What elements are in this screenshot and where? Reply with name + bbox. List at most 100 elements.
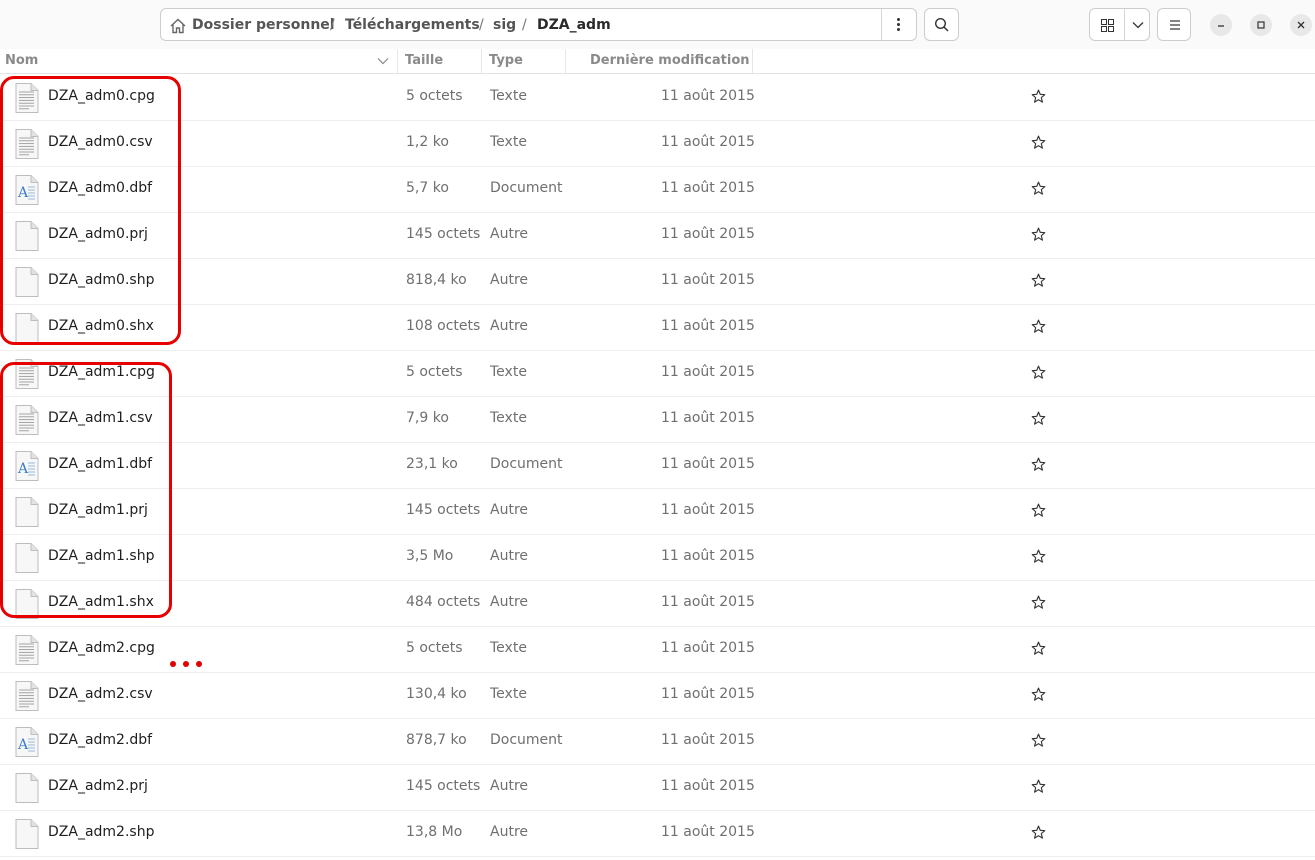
file-row[interactable]: DZA_adm2.shp 13,8 Mo Autre 11 août 2015 [0,810,1315,857]
breadcrumb-current-folder[interactable]: DZA_adm [537,17,611,33]
star-icon[interactable] [1031,181,1046,196]
text-file-icon [15,405,39,435]
file-name[interactable]: DZA_adm0.prj [48,226,148,242]
file-row[interactable]: DZA_adm0.shp 818,4 ko Autre 11 août 2015 [0,258,1315,305]
text-file-icon [15,83,39,113]
breadcrumb-separator: / [522,17,527,33]
file-name[interactable]: DZA_adm0.shx [48,318,154,334]
home-icon[interactable] [169,17,187,35]
file-row[interactable]: A DZA_adm1.dbf 23,1 ko Document 11 août 2015 [0,442,1315,489]
generic-file-icon [15,773,39,803]
star-icon[interactable] [1031,227,1046,242]
file-modified: 11 août 2015 [661,548,755,564]
file-row[interactable]: DZA_adm1.shp 3,5 Mo Autre 11 août 2015 [0,534,1315,581]
generic-file-icon [15,543,39,573]
breadcrumb-downloads[interactable]: Téléchargements [345,17,480,33]
star-icon[interactable] [1031,89,1046,104]
star-icon[interactable] [1031,457,1046,472]
file-name[interactable]: DZA_adm0.cpg [48,88,155,104]
column-divider [481,49,482,73]
column-header-modified[interactable]: Dernière modification [590,53,750,68]
document-file-icon: A [15,727,39,757]
path-bar: Dossier personnel / Téléchargements / si… [160,8,917,41]
star-icon[interactable] [1031,503,1046,518]
star-icon[interactable] [1031,595,1046,610]
file-row[interactable]: DZA_adm0.shx 108 octets Autre 11 août 2015 [0,304,1315,351]
file-name[interactable]: DZA_adm2.shp [48,824,154,840]
file-name[interactable]: DZA_adm1.shp [48,548,154,564]
file-name[interactable]: DZA_adm1.cpg [48,364,155,380]
file-row[interactable]: DZA_adm1.prj 145 octets Autre 11 août 2015 [0,488,1315,535]
breadcrumb-separator: / [479,17,484,33]
generic-file-icon [15,497,39,527]
file-size: 1,2 ko [406,134,449,150]
star-icon[interactable] [1031,365,1046,380]
star-icon[interactable] [1031,273,1046,288]
svg-text:A: A [17,737,29,753]
file-name[interactable]: DZA_adm1.prj [48,502,148,518]
file-size: 145 octets [406,778,481,794]
column-header-name[interactable]: Nom [5,53,38,68]
view-toggle-group [1089,8,1150,41]
file-name[interactable]: DZA_adm0.csv [48,134,153,150]
file-type: Texte [490,410,527,426]
file-name[interactable]: DZA_adm1.csv [48,410,153,426]
maximize-button[interactable] [1250,14,1272,36]
star-icon[interactable] [1031,549,1046,564]
file-name[interactable]: DZA_adm0.shp [48,272,154,288]
file-row[interactable]: DZA_adm1.cpg 5 octets Texte 11 août 2015 [0,350,1315,397]
file-row[interactable]: DZA_adm0.csv 1,2 ko Texte 11 août 2015 [0,120,1315,167]
file-row[interactable]: DZA_adm1.shx 484 octets Autre 11 août 2015 [0,580,1315,627]
file-row[interactable]: A DZA_adm2.dbf 878,7 ko Document 11 août 201… [0,718,1315,765]
minimize-button[interactable] [1210,14,1232,36]
breadcrumb-separator: / [330,17,335,33]
star-icon[interactable] [1031,779,1046,794]
star-icon[interactable] [1031,641,1046,656]
path-menu-button[interactable] [881,9,916,40]
minimize-icon [1218,25,1224,27]
grid-view-icon[interactable] [1101,19,1114,32]
file-type: Document [490,732,563,748]
file-name[interactable]: DZA_adm2.cpg [48,640,155,656]
file-name[interactable]: DZA_adm1.shx [48,594,154,610]
file-name[interactable]: DZA_adm1.dbf [48,456,152,472]
close-button[interactable] [1290,14,1312,36]
file-name[interactable]: DZA_adm0.dbf [48,180,152,196]
star-icon[interactable] [1031,319,1046,334]
file-size: 818,4 ko [406,272,467,288]
generic-file-icon [15,267,39,297]
main-menu-button[interactable] [1157,8,1191,41]
chevron-down-icon[interactable] [1132,21,1144,29]
file-size: 145 octets [406,502,481,518]
file-row[interactable]: DZA_adm0.prj 145 octets Autre 11 août 2015 [0,212,1315,259]
file-name[interactable]: DZA_adm2.prj [48,778,148,794]
star-icon[interactable] [1031,733,1046,748]
generic-file-icon [15,589,39,619]
column-header-row: Nom Taille Type Dernière modification [0,49,1315,74]
star-icon[interactable] [1031,411,1046,426]
file-type: Document [490,180,563,196]
file-type: Texte [490,134,527,150]
generic-file-icon [15,819,39,849]
sort-chevron-down-icon[interactable] [377,57,389,65]
file-row[interactable]: DZA_adm0.cpg 5 octets Texte 11 août 2015 [0,74,1315,121]
file-row[interactable]: A DZA_adm0.dbf 5,7 ko Document 11 août 2015 [0,166,1315,213]
file-name[interactable]: DZA_adm2.dbf [48,732,152,748]
column-header-type[interactable]: Type [489,53,523,68]
header-bar: Dossier personnel / Téléchargements / si… [0,0,1315,50]
column-header-size[interactable]: Taille [405,53,443,68]
file-modified: 11 août 2015 [661,88,755,104]
file-row[interactable]: DZA_adm1.csv 7,9 ko Texte 11 août 2015 [0,396,1315,443]
file-modified: 11 août 2015 [661,824,755,840]
star-icon[interactable] [1031,135,1046,150]
breadcrumb-sig[interactable]: sig [493,17,516,33]
file-name[interactable]: DZA_adm2.csv [48,686,153,702]
file-row[interactable]: DZA_adm2.prj 145 octets Autre 11 août 2015 [0,764,1315,811]
breadcrumb-home[interactable]: Dossier personnel [192,17,335,33]
file-row[interactable]: DZA_adm2.csv 130,4 ko Texte 11 août 2015 [0,672,1315,719]
file-type: Autre [490,272,529,288]
star-icon[interactable] [1031,825,1046,840]
search-button[interactable] [924,8,959,41]
text-file-icon [15,129,39,159]
star-icon[interactable] [1031,687,1046,702]
